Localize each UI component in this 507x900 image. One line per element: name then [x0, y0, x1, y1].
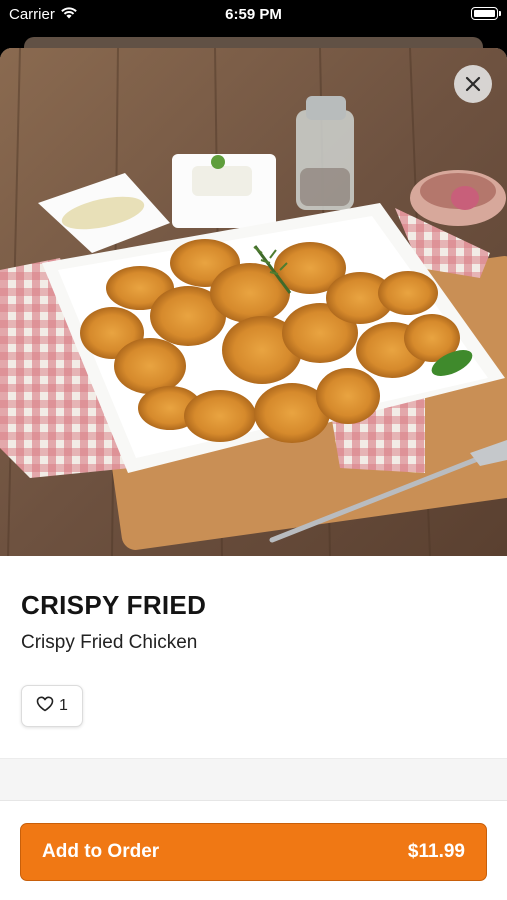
- status-bar: Carrier 6:59 PM: [0, 0, 507, 30]
- order-price: $11.99: [407, 841, 465, 862]
- food-photo: [0, 48, 507, 556]
- like-count: 1: [59, 697, 68, 714]
- item-subtitle: Crispy Fried Chicken: [21, 632, 198, 653]
- status-time: 6:59 PM: [225, 6, 282, 23]
- add-to-order-label: Add to Order: [42, 841, 160, 862]
- close-icon: [464, 75, 482, 93]
- item-title: CRISPY FRIED: [21, 590, 207, 620]
- heart-icon: [36, 696, 54, 717]
- app-screen: Carrier 6:59 PM CRISPY FRIED Crispy Frie…: [0, 0, 507, 900]
- battery-icon: [471, 7, 501, 20]
- section-divider: [0, 758, 507, 801]
- add-to-order-button[interactable]: Add to Order $11.99: [20, 823, 487, 881]
- order-bar: Add to Order $11.99: [0, 800, 507, 900]
- like-button[interactable]: 1: [21, 685, 83, 727]
- item-detail-sheet: CRISPY FRIED Crispy Fried Chicken 1 Add …: [0, 48, 507, 900]
- close-button[interactable]: [454, 65, 492, 103]
